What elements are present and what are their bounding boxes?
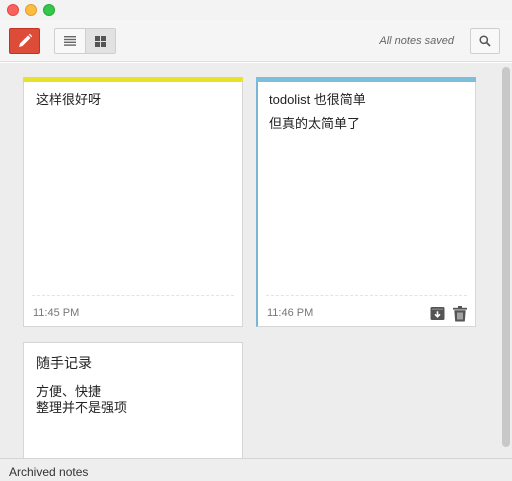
pencil-icon xyxy=(18,33,32,47)
toolbar: All notes saved xyxy=(0,20,512,62)
search-button[interactable] xyxy=(470,28,500,54)
list-view-icon xyxy=(63,36,76,46)
note-divider xyxy=(266,295,467,296)
zoom-window-button[interactable] xyxy=(43,4,55,16)
search-icon xyxy=(479,35,491,47)
note-title: todolist 也很简单 xyxy=(269,92,366,107)
note-card[interactable]: 这样很好呀 11:45 PM xyxy=(23,77,243,327)
trash-icon[interactable] xyxy=(453,306,467,322)
note-content: 这样很好呀 xyxy=(36,92,232,108)
note-line: 方便、快捷 xyxy=(36,384,102,399)
new-note-button[interactable] xyxy=(9,28,40,54)
note-divider xyxy=(32,295,234,296)
note-card[interactable]: todolist 也很简单 但真的太简单了 11:46 PM xyxy=(256,77,476,327)
note-timestamp: 11:45 PM xyxy=(33,307,80,319)
grid-view-icon xyxy=(94,35,106,47)
note-card[interactable]: 随手记录 方便、快捷 整理并不是强项 xyxy=(23,342,243,458)
note-timestamp: 11:46 PM xyxy=(267,307,314,319)
note-color-stripe xyxy=(256,77,476,82)
archived-notes-bar[interactable]: Archived notes xyxy=(0,458,512,481)
scrollbar[interactable] xyxy=(502,67,510,447)
window-titlebar xyxy=(0,0,512,20)
note-title: 随手记录 xyxy=(36,355,92,371)
archive-icon[interactable] xyxy=(430,306,445,321)
minimize-window-button[interactable] xyxy=(25,4,37,16)
note-line: 这样很好呀 xyxy=(36,92,102,107)
view-toggle xyxy=(54,28,116,54)
notes-grid: 这样很好呀 11:45 PM todolist 也很简单 但真的太简单了 11:… xyxy=(0,63,512,458)
grid-view-button[interactable] xyxy=(84,29,115,53)
note-line: 但真的太简单了 xyxy=(269,116,361,131)
note-content: todolist 也很简单 但真的太简单了 xyxy=(269,92,465,132)
note-content: 随手记录 方便、快捷 整理并不是强项 xyxy=(36,355,232,416)
list-view-button[interactable] xyxy=(55,29,85,53)
note-color-stripe xyxy=(23,77,243,82)
note-actions xyxy=(430,306,467,322)
note-line: 整理并不是强项 xyxy=(36,400,128,415)
archived-notes-link[interactable]: Archived notes xyxy=(9,465,88,479)
save-status: All notes saved xyxy=(379,35,454,47)
close-window-button[interactable] xyxy=(7,4,19,16)
